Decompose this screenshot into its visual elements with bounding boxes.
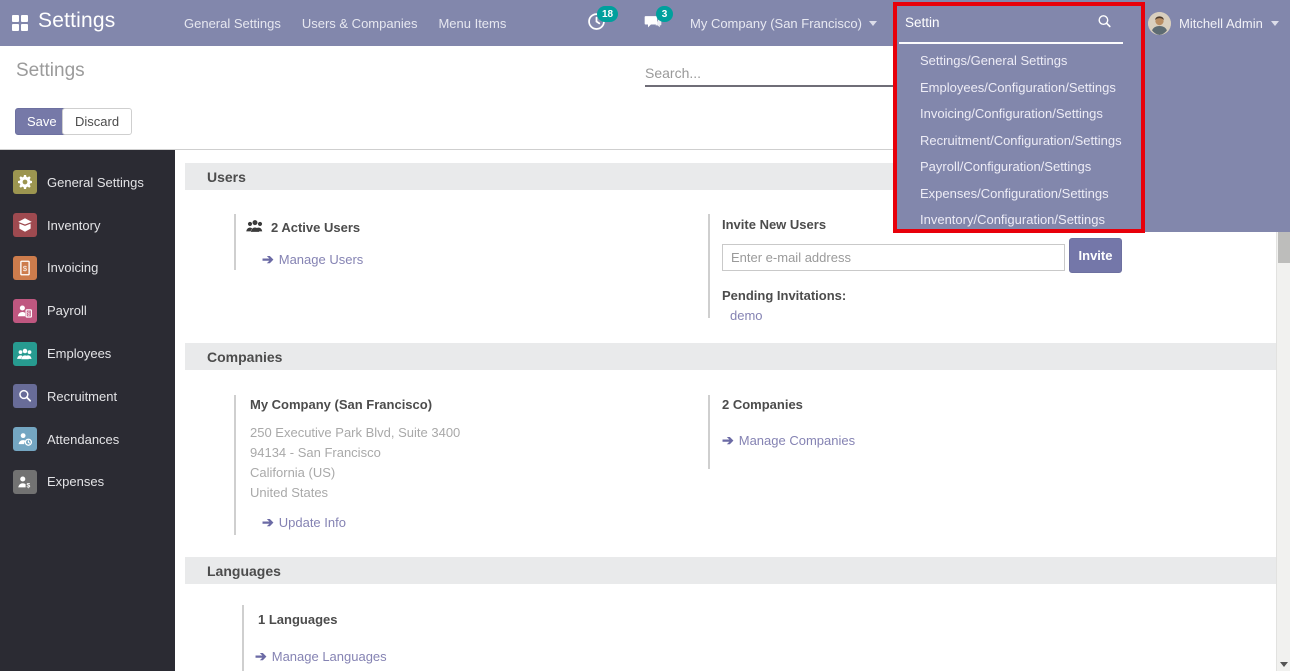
search-result-item[interactable]: Invoicing/Configuration/Settings	[895, 101, 1147, 128]
update-info-link[interactable]: ➔ Update Info	[262, 514, 346, 531]
arrow-right-icon: ➔	[255, 648, 267, 665]
employees-icon	[13, 342, 37, 366]
manage-companies-link[interactable]: ➔ Manage Companies	[722, 432, 855, 449]
sidebar-item-attendances[interactable]: Attendances	[0, 418, 175, 461]
manage-languages-link[interactable]: ➔ Manage Languages	[255, 648, 387, 665]
company-info-box: My Company (San Francisco) 250 Executive…	[234, 395, 704, 535]
sidebar-item-label: Inventory	[47, 218, 100, 233]
app-brand-title: Settings	[38, 9, 115, 33]
active-users-count: 2 Active Users	[271, 220, 360, 235]
invite-email-input[interactable]	[722, 244, 1065, 271]
active-users-box: 2 Active Users ➔ Manage Users	[234, 214, 534, 270]
avatar	[1148, 12, 1171, 35]
arrow-right-icon: ➔	[722, 432, 734, 449]
users-group-icon	[245, 216, 265, 239]
search-input-underline	[899, 42, 1123, 44]
company-switcher[interactable]: My Company (San Francisco)	[690, 0, 877, 46]
box-icon	[13, 213, 37, 237]
invite-users-label: Invite New Users	[722, 217, 826, 232]
languages-count: 1 Languages	[258, 612, 542, 627]
messages-systray[interactable]: 3	[643, 0, 677, 46]
magnifier-icon	[13, 384, 37, 408]
chevron-down-icon	[869, 21, 877, 26]
activities-systray[interactable]: 18	[586, 0, 620, 46]
company-name: My Company (San Francisco)	[250, 397, 704, 412]
arrow-right-icon: ➔	[262, 251, 274, 268]
nav-item-menu-items[interactable]: Menu Items	[438, 16, 506, 31]
user-name: Mitchell Admin	[1179, 16, 1263, 31]
chevron-down-icon	[1271, 21, 1279, 26]
sidebar-item-label: Invoicing	[47, 260, 98, 275]
sidebar-item-label: General Settings	[47, 175, 144, 190]
invoice-icon: $	[13, 256, 37, 280]
apps-menu-icon[interactable]	[12, 15, 28, 31]
manage-users-link[interactable]: ➔ Manage Users	[262, 251, 363, 268]
sidebar-item-expenses[interactable]: $ Expenses	[0, 461, 175, 504]
expense-icon: $	[13, 470, 37, 494]
sidebar-item-employees[interactable]: Employees	[0, 332, 175, 375]
search-result-item[interactable]: Expenses/Configuration/Settings	[895, 181, 1147, 208]
svg-text:$: $	[23, 264, 28, 273]
settings-sidebar: General Settings Inventory $ Invoicing $…	[0, 150, 175, 671]
svg-text:$: $	[26, 482, 30, 489]
section-title: Users	[207, 169, 246, 185]
user-menu[interactable]: Mitchell Admin	[1148, 0, 1279, 46]
messages-badge: 3	[656, 6, 673, 22]
attendance-icon	[13, 427, 37, 451]
sidebar-item-inventory[interactable]: Inventory	[0, 204, 175, 247]
sidebar-item-payroll[interactable]: $ Payroll	[0, 289, 175, 332]
breadcrumb: Settings	[16, 60, 85, 82]
scrollbar-thumb[interactable]	[1278, 232, 1290, 263]
sidebar-item-recruitment[interactable]: Recruitment	[0, 375, 175, 418]
section-header-companies: Companies	[185, 343, 1276, 370]
section-title: Companies	[207, 349, 282, 365]
company-address-line: California (US)	[250, 463, 704, 483]
sidebar-item-general-settings[interactable]: General Settings	[0, 161, 175, 204]
search-results-list: Settings/General Settings Employees/Conf…	[895, 48, 1147, 234]
arrow-right-icon: ➔	[262, 514, 274, 531]
company-address-line: United States	[250, 483, 704, 503]
section-header-languages: Languages	[185, 557, 1276, 584]
nav-item-users-companies[interactable]: Users & Companies	[302, 16, 418, 31]
menu-search-input[interactable]	[905, 8, 1090, 36]
section-title: Languages	[207, 563, 281, 579]
search-result-item[interactable]: Recruitment/Configuration/Settings	[895, 128, 1147, 155]
search-result-item[interactable]: Settings/General Settings	[895, 48, 1147, 75]
navbar-menu: General Settings Users & Companies Menu …	[184, 0, 506, 46]
pending-invitations-label: Pending Invitations:	[722, 288, 846, 303]
settings-page: Settings General Settings Users & Compan…	[0, 0, 1290, 671]
languages-box: 1 Languages ➔ Manage Languages	[242, 605, 542, 671]
sidebar-item-label: Recruitment	[47, 389, 117, 404]
sidebar-item-label: Payroll	[47, 303, 87, 318]
search-result-item[interactable]: Inventory/Configuration/Settings	[895, 207, 1147, 234]
payroll-icon: $	[13, 299, 37, 323]
scrollbar-down-arrow-icon[interactable]	[1280, 662, 1288, 667]
svg-text:$: $	[27, 311, 30, 317]
nav-item-general-settings[interactable]: General Settings	[184, 16, 281, 31]
activities-badge: 18	[597, 6, 618, 22]
gear-icon	[13, 170, 37, 194]
sidebar-item-label: Employees	[47, 346, 111, 361]
company-address-line: 94134 - San Francisco	[250, 443, 704, 463]
companies-count-box: 2 Companies ➔ Manage Companies	[708, 395, 1008, 469]
save-button[interactable]: Save	[15, 108, 69, 135]
search-icon[interactable]	[1096, 13, 1113, 33]
sidebar-item-label: Expenses	[47, 474, 104, 489]
company-address-line: 250 Executive Park Blvd, Suite 3400	[250, 423, 704, 443]
search-result-item[interactable]: Employees/Configuration/Settings	[895, 75, 1147, 102]
companies-count: 2 Companies	[722, 397, 1008, 412]
sidebar-item-label: Attendances	[47, 432, 119, 447]
company-switcher-label: My Company (San Francisco)	[690, 16, 862, 31]
sidebar-item-invoicing[interactable]: $ Invoicing	[0, 247, 175, 290]
pending-user-link[interactable]: demo	[730, 308, 763, 323]
search-result-item[interactable]: Payroll/Configuration/Settings	[895, 154, 1147, 181]
discard-button[interactable]: Discard	[62, 108, 132, 135]
invite-button[interactable]: Invite	[1069, 238, 1122, 273]
